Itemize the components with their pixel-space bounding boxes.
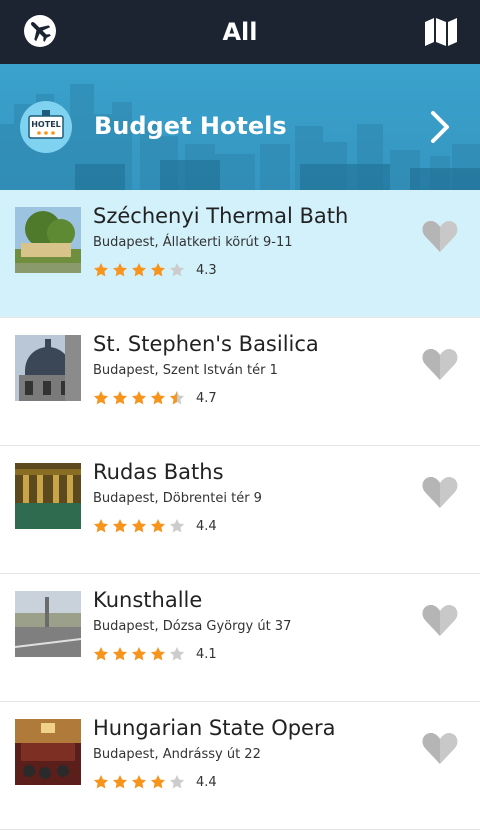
list-item[interactable]: Széchenyi Thermal Bath Budapest, Állatke… [0, 190, 480, 318]
star-rating: 4.1 [93, 646, 217, 662]
star-full-icon [94, 775, 108, 789]
hotel-icon: HOTEL [20, 101, 72, 153]
category-banner[interactable]: HOTEL Budget Hotels [0, 64, 480, 190]
rating-value: 4.1 [196, 646, 217, 662]
star-full-icon [94, 263, 108, 277]
list-item[interactable]: Rudas Baths Budapest, Döbrentei tér 9 4.… [0, 446, 480, 574]
star-full-icon [132, 263, 146, 277]
star-full-icon [113, 391, 127, 405]
place-name[interactable]: Széchenyi Thermal Bath [93, 204, 348, 228]
star-full-icon [132, 519, 146, 533]
rating-value: 4.4 [196, 518, 217, 534]
star-full-icon [113, 647, 127, 661]
list-item[interactable]: Hungarian State Opera Budapest, Andrássy… [0, 702, 480, 830]
place-name[interactable]: Kunsthalle [93, 588, 202, 612]
airplane-icon[interactable] [22, 13, 58, 49]
place-address: Budapest, Döbrentei tér 9 [93, 491, 262, 506]
star-full-icon [132, 775, 146, 789]
star-full-icon [132, 647, 146, 661]
star-rating: 4.4 [93, 518, 217, 534]
hotel-badge-label: HOTEL [31, 120, 61, 129]
star-empty-icon [170, 775, 184, 789]
rating-value: 4.4 [196, 774, 217, 790]
star-full-icon [94, 647, 108, 661]
heart-icon[interactable] [422, 347, 458, 381]
place-name[interactable]: Rudas Baths [93, 460, 224, 484]
place-thumbnail [15, 335, 81, 401]
heart-icon[interactable] [422, 475, 458, 509]
chevron-right-icon[interactable] [430, 110, 450, 144]
star-full-icon [151, 391, 165, 405]
place-thumbnail [15, 591, 81, 657]
rating-value: 4.7 [196, 390, 217, 406]
star-full-icon [132, 391, 146, 405]
place-address: Budapest, Dózsa György út 37 [93, 619, 292, 634]
heart-icon[interactable] [422, 731, 458, 765]
place-thumbnail [15, 463, 81, 529]
star-empty-icon [170, 263, 184, 277]
star-rating: 4.3 [93, 262, 217, 278]
star-full-icon [113, 775, 127, 789]
banner-title: Budget Hotels [94, 112, 287, 140]
star-full-icon [94, 391, 108, 405]
star-empty-icon [170, 519, 184, 533]
star-half-icon [170, 391, 184, 405]
star-full-icon [113, 519, 127, 533]
page-title: All [222, 18, 258, 46]
star-empty-icon [170, 647, 184, 661]
star-full-icon [113, 263, 127, 277]
list-item[interactable]: St. Stephen's Basilica Budapest, Szent I… [0, 318, 480, 446]
place-name[interactable]: Hungarian State Opera [93, 716, 335, 740]
place-address: Budapest, Andrássy út 22 [93, 747, 261, 762]
list-item[interactable]: Kunsthalle Budapest, Dózsa György út 37 … [0, 574, 480, 702]
place-thumbnail [15, 719, 81, 785]
star-rating: 4.7 [93, 390, 217, 406]
star-full-icon [151, 775, 165, 789]
place-thumbnail [15, 207, 81, 273]
star-full-icon [151, 263, 165, 277]
place-name[interactable]: St. Stephen's Basilica [93, 332, 319, 356]
star-full-icon [151, 519, 165, 533]
place-list: Széchenyi Thermal Bath Budapest, Állatke… [0, 190, 480, 830]
star-full-icon [94, 519, 108, 533]
star-rating: 4.4 [93, 774, 217, 790]
top-bar: All [0, 0, 480, 64]
place-address: Budapest, Szent István tér 1 [93, 363, 278, 378]
heart-icon[interactable] [422, 219, 458, 253]
map-icon[interactable] [424, 17, 458, 47]
rating-value: 4.3 [196, 262, 217, 278]
place-address: Budapest, Állatkerti körút 9-11 [93, 235, 293, 250]
heart-icon[interactable] [422, 603, 458, 637]
star-full-icon [151, 647, 165, 661]
